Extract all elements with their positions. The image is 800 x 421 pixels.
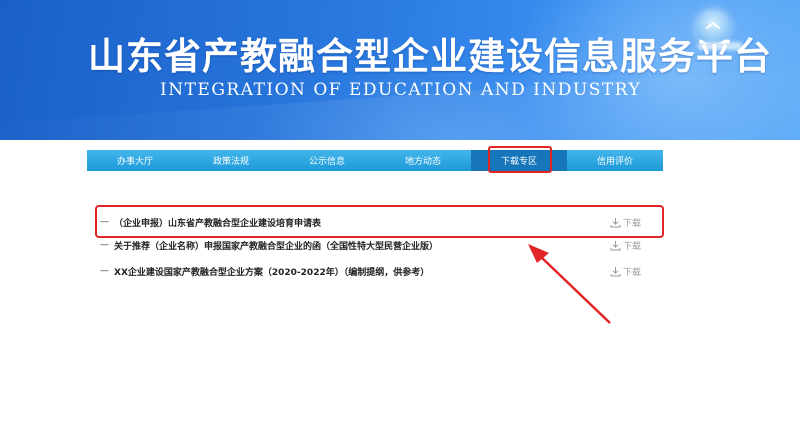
nav-item-local-news[interactable]: 地方动态 bbox=[375, 150, 471, 171]
download-title[interactable]: 关于推荐（企业名称）申报国家产教融合型企业的函（全国性特大型民营企业版） bbox=[114, 239, 660, 252]
site-title: 山东省产教融合型企业建设信息服务平台 bbox=[88, 34, 772, 78]
nav-item-credit-evaluation[interactable]: 信用评价 bbox=[567, 150, 663, 171]
main-nav: 办事大厅 政策法规 公示信息 地方动态 下载专区 信用评价 bbox=[87, 150, 663, 171]
nav-highlight-box bbox=[488, 146, 552, 173]
download-title[interactable]: XX企业建设国家产教融合型企业方案（2020-2022年）（编制提纲，供参考） bbox=[114, 265, 660, 278]
download-icon bbox=[610, 241, 621, 251]
download-link[interactable]: 下载 bbox=[610, 265, 641, 278]
nav-item-announcements[interactable]: 公示信息 bbox=[279, 150, 375, 171]
download-label: 下载 bbox=[623, 242, 642, 252]
download-link[interactable]: 下载 bbox=[610, 239, 641, 252]
user-name-redacted bbox=[698, 42, 742, 50]
nav-item-policies[interactable]: 政策法规 bbox=[183, 150, 279, 171]
site-subtitle: INTEGRATION OF EDUCATION AND INDUSTRY bbox=[160, 80, 642, 100]
row-highlight-box bbox=[95, 205, 664, 238]
nav-item-service-hall[interactable]: 办事大厅 bbox=[87, 150, 183, 171]
home-icon[interactable] bbox=[696, 10, 730, 44]
header-banner: 山东省产教融合型企业建设信息服务平台 INTEGRATION OF EDUCAT… bbox=[0, 0, 800, 140]
list-item: — 关于推荐（企业名称）申报国家产教融合型企业的函（全国性特大型民营企业版） 下… bbox=[100, 235, 660, 255]
download-icon bbox=[610, 267, 621, 277]
list-bullet: — bbox=[100, 266, 109, 276]
list-bullet: — bbox=[100, 240, 109, 250]
download-label: 下载 bbox=[623, 268, 642, 278]
list-item: — XX企业建设国家产教融合型企业方案（2020-2022年）（编制提纲，供参考… bbox=[100, 261, 660, 281]
